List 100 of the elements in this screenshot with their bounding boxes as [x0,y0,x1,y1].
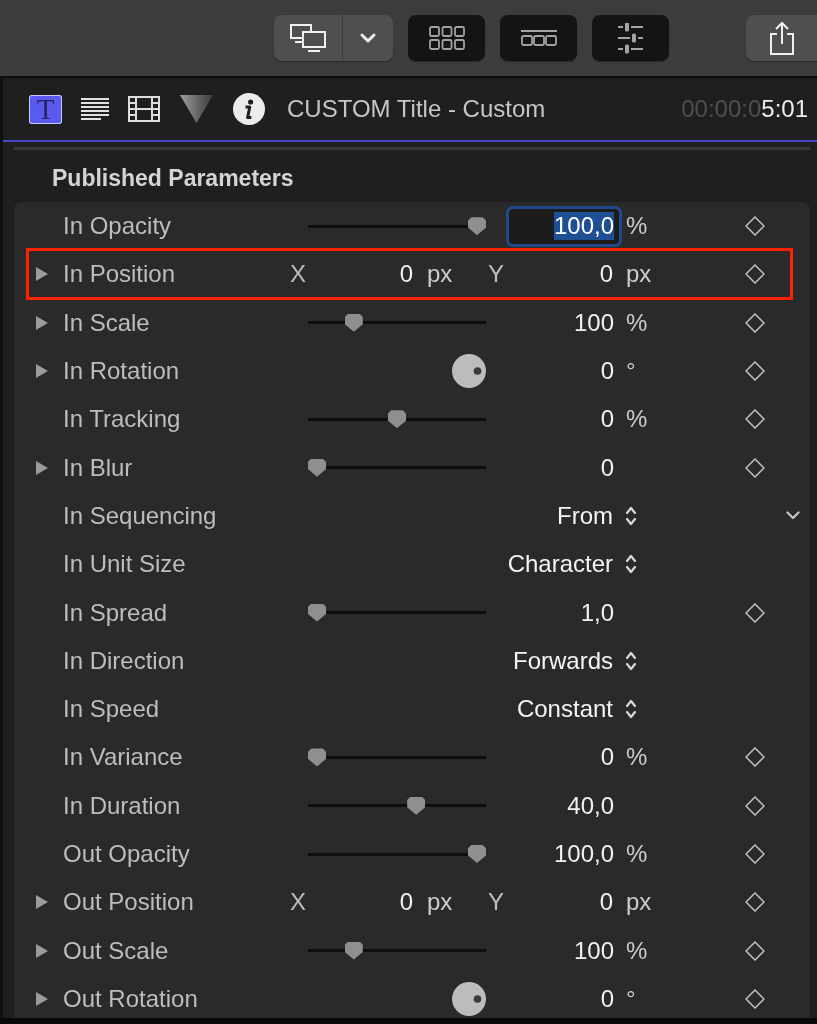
parameter-label: In Direction [63,646,185,675]
display-button[interactable] [274,15,343,61]
video-tab[interactable] [128,96,160,122]
diamond-icon[interactable] [745,264,765,285]
parameter-value: 0 [599,888,613,917]
info-tab[interactable] [233,93,265,125]
monitors-icon [290,24,326,52]
popup-menu[interactable]: Constant [516,695,637,724]
diamond-icon[interactable] [745,844,765,864]
parameter-value: 0 [600,357,614,386]
slider-thumb[interactable] [407,796,426,815]
disclosure-triangle-icon[interactable] [35,894,49,911]
slider-thumb[interactable] [308,603,326,622]
chevron-down-icon[interactable] [786,511,800,521]
slider-thumb[interactable] [344,313,363,332]
parameter-label: In Sequencing [63,501,217,530]
axis-label: Y [488,888,504,917]
parameter-label: In Tracking [63,405,181,434]
lines-icon [81,98,109,120]
disclosure-triangle-icon[interactable] [35,459,49,476]
up-down-chevron-icon [625,698,637,721]
parameter-label: In Blur [63,453,133,482]
up-down-chevron-icon [625,553,637,576]
triangle-icon [179,94,214,124]
diamond-icon[interactable] [745,457,765,478]
parameter-label: In Opacity [63,212,172,241]
parameter-value: 0 [600,453,614,482]
disclosure-triangle-icon[interactable] [35,942,49,959]
diamond-icon[interactable] [745,795,765,816]
parameter-label: In Spread [63,598,168,627]
parameter-value: 0 [600,743,614,772]
grid-icon [428,26,465,50]
share-button[interactable] [746,15,817,61]
section-heading: Published Parameters [52,164,294,192]
diamond-icon[interactable] [745,409,765,430]
color-tab[interactable] [179,94,214,124]
slider-thumb[interactable] [308,748,326,767]
popup-menu[interactable]: From [557,501,637,530]
value-field[interactable]: 100,0 [506,205,622,247]
parameter-label: Out Opacity [63,840,190,868]
unit-label: px [626,260,652,289]
inspector-title: CUSTOM Title - Custom [287,95,546,123]
parameter-label: In Variance [63,743,183,772]
parameter-value: 0 [600,984,614,1013]
diamond-icon[interactable] [745,940,765,961]
slider-thumb[interactable] [344,941,363,960]
dial-knob[interactable] [452,354,486,389]
parameter-value: 100,0 [553,840,614,868]
diamond-icon[interactable] [745,361,765,382]
text-tab[interactable] [81,98,109,120]
timeline-icon [520,30,557,46]
unit-label: ° [626,357,636,386]
diamond-icon[interactable] [745,747,765,768]
slider-thumb[interactable] [468,845,486,863]
grid-button[interactable] [408,15,485,61]
parameter-value: 100 [573,308,614,337]
parameter-label: In Position [63,260,176,289]
disclosure-triangle-icon[interactable] [35,266,49,283]
unit-label: % [626,840,648,868]
parameter-label: Out Position [63,888,194,917]
unit-label: px [427,888,453,917]
popup-menu[interactable]: Character [507,550,637,579]
axis-label: X [290,260,306,289]
diamond-icon[interactable] [745,216,765,237]
popup-menu[interactable]: Forwards [512,646,637,675]
parameter-value: 0 [399,260,413,289]
sliders-button[interactable] [592,15,669,61]
unit-label: % [626,405,648,434]
unit-label: % [626,308,648,337]
diamond-icon[interactable] [745,892,765,913]
dial-knob[interactable] [452,981,486,1016]
parameter-label: In Duration [63,791,181,820]
parameter-label: In Speed [63,695,160,724]
dropdown-button[interactable] [343,15,393,61]
axis-label: Y [488,260,504,289]
unit-label: ° [626,984,636,1013]
timeline-button[interactable] [500,15,577,61]
parameter-value: 0 [600,405,614,434]
slider-thumb[interactable] [388,410,406,429]
diamond-icon[interactable] [745,988,765,1009]
parameter-value: 1,0 [580,598,614,627]
parameter-label: Out Scale [63,936,169,965]
share-icon [768,21,795,55]
parameter-label: In Unit Size [63,550,186,579]
parameter-value: 0 [599,260,613,289]
axis-label: X [290,888,306,917]
disclosure-triangle-icon[interactable] [35,990,49,1007]
parameter-value: 100 [573,936,614,965]
unit-label: % [626,936,648,965]
chevron-down-icon [360,33,376,43]
diamond-icon[interactable] [745,312,765,333]
parameter-value: 40,0 [567,791,614,820]
slider-thumb[interactable] [308,458,326,477]
disclosure-triangle-icon[interactable] [35,363,49,380]
disclosure-triangle-icon[interactable] [35,314,49,331]
slider-thumb[interactable] [468,217,486,236]
parameter-label: In Rotation [63,357,180,386]
parameter-label: Out Rotation [63,984,198,1013]
up-down-chevron-icon [625,649,637,672]
diamond-icon[interactable] [745,602,765,623]
